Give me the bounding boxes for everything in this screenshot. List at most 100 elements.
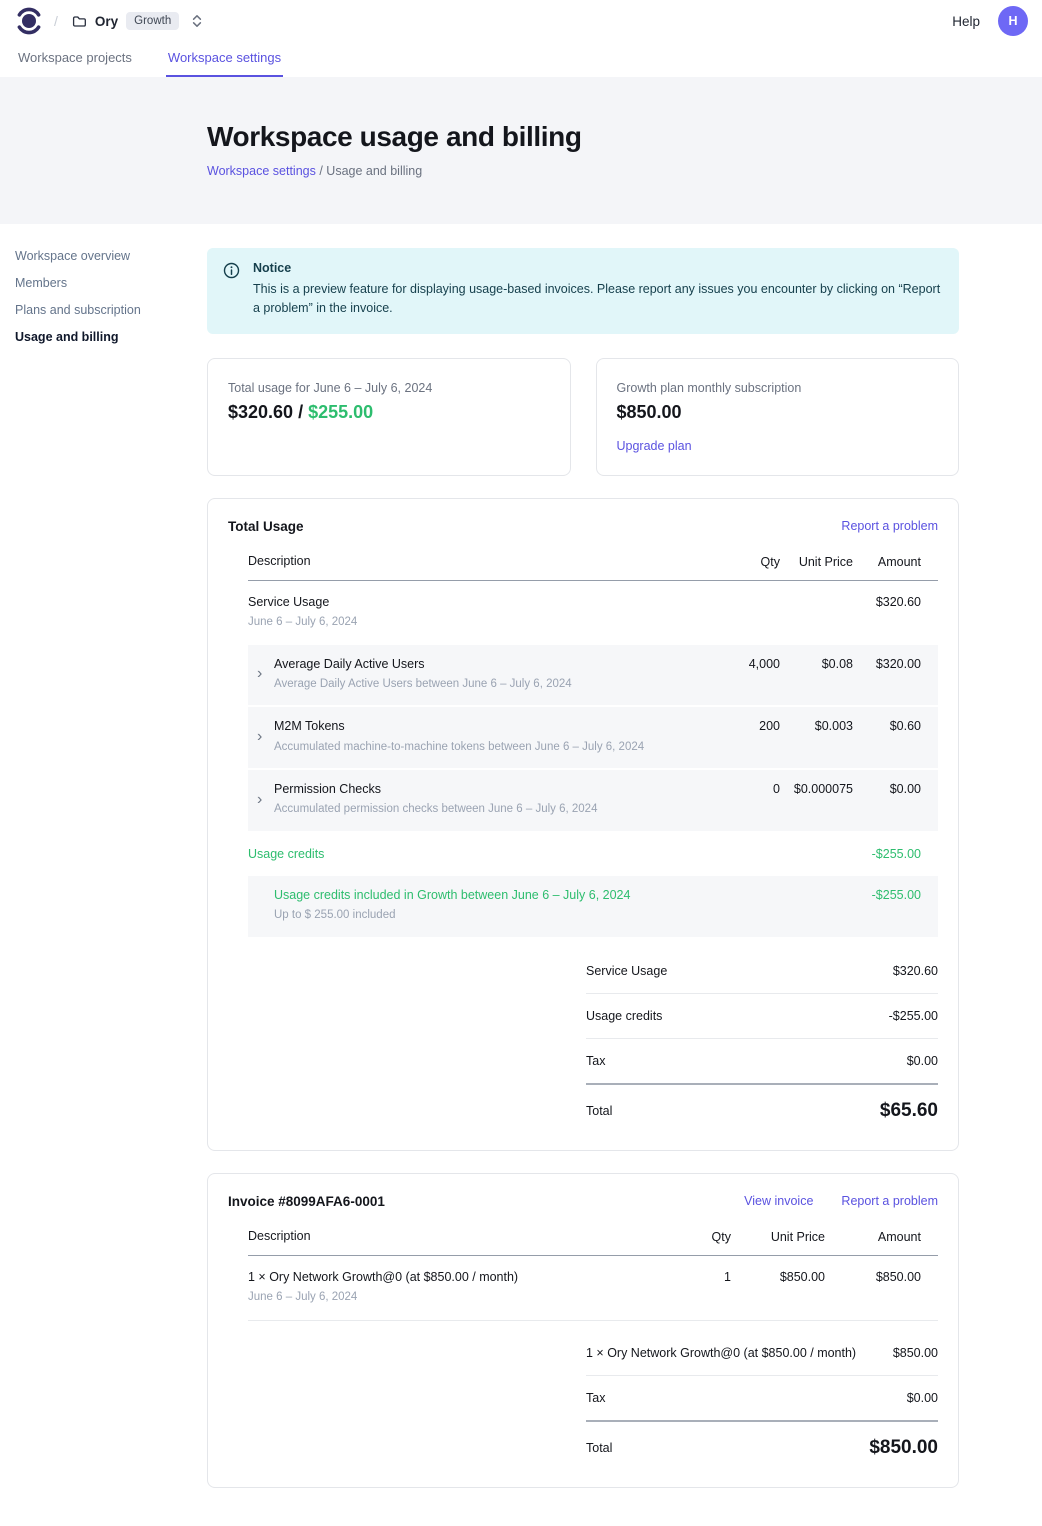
invoice-row: 1 × Ory Network Growth@0 (at $850.00 / m… xyxy=(248,1256,938,1321)
qty-cell xyxy=(696,846,780,847)
summary-label: Service Usage xyxy=(586,964,667,978)
summary-value: $65.60 xyxy=(880,1100,938,1122)
help-button[interactable]: Help xyxy=(952,14,980,29)
usage-row[interactable]: ›M2M TokensAccumulated machine-to-machin… xyxy=(248,707,938,770)
chevron-right-icon[interactable]: › xyxy=(248,791,274,808)
unit-price-cell: $0.000075 xyxy=(780,781,853,796)
tab-workspace-settings[interactable]: Workspace settings xyxy=(166,42,283,77)
chevron-right-icon[interactable]: › xyxy=(248,665,274,682)
indent-spacer xyxy=(248,887,274,924)
summary-label: 1 × Ory Network Growth@0 (at $850.00 / m… xyxy=(586,1346,856,1360)
summary-total-row: Total $850.00 xyxy=(586,1422,938,1461)
summary-label: Usage credits xyxy=(586,1009,662,1023)
summary-value: $320.60 xyxy=(893,964,938,978)
view-invoice-link[interactable]: View invoice xyxy=(744,1194,813,1208)
col-unit-price: Unit Price xyxy=(731,1229,825,1244)
summary-value: -$255.00 xyxy=(889,1009,938,1023)
description-text: Average Daily Active Users Average Daily … xyxy=(274,656,572,693)
description-text: Permission ChecksAccumulated permission … xyxy=(274,781,597,818)
col-qty: Qty xyxy=(696,554,780,569)
description-cell: ›M2M TokensAccumulated machine-to-machin… xyxy=(248,718,696,755)
description-cell: Usage credits xyxy=(248,846,696,862)
col-unit-price: Unit Price xyxy=(780,554,853,569)
row-subtitle: Accumulated machine-to-machine tokens be… xyxy=(274,740,644,756)
qty-cell: 200 xyxy=(696,718,780,733)
row-title: Usage credits included in Growth between… xyxy=(274,887,630,903)
amount-cell: $0.00 xyxy=(853,781,921,796)
description-cell: ›Permission ChecksAccumulated permission… xyxy=(248,781,696,818)
summary-label: Total xyxy=(586,1441,612,1455)
row-subtitle: June 6 – July 6, 2024 xyxy=(248,1290,518,1306)
summary-label: Tax xyxy=(586,1054,605,1068)
chevron-right-icon[interactable]: › xyxy=(248,728,274,745)
row-subtitle: Accumulated permission checks between Ju… xyxy=(274,802,597,818)
description-cell: 1 × Ory Network Growth@0 (at $850.00 / m… xyxy=(248,1269,681,1306)
qty-cell: 4,000 xyxy=(696,656,780,671)
summary-total-row: Total$65.60 xyxy=(586,1085,938,1124)
sidebar-item-plans-and-subscription[interactable]: Plans and subscription xyxy=(15,303,190,317)
total-usage-card: Total usage for June 6 – July 6, 2024 $3… xyxy=(207,358,571,476)
notice-banner: Notice This is a preview feature for dis… xyxy=(207,248,959,334)
page-title: Workspace usage and billing xyxy=(207,121,1042,153)
summary-row: Tax$0.00 xyxy=(586,1376,938,1422)
upgrade-plan-link[interactable]: Upgrade plan xyxy=(617,439,692,453)
row-subtitle: June 6 – July 6, 2024 xyxy=(248,615,357,631)
report-problem-link-invoice[interactable]: Report a problem xyxy=(841,1194,938,1208)
summary-row: Tax$0.00 xyxy=(586,1039,938,1085)
description-cell: ›Average Daily Active UsersAverage Daily… xyxy=(248,656,696,693)
folder-icon xyxy=(72,14,87,29)
col-qty: Qty xyxy=(681,1229,731,1244)
ory-logo-icon[interactable] xyxy=(16,6,42,36)
row-title: Usage credits xyxy=(248,846,324,862)
usage-row[interactable]: Usage credits included in Growth between… xyxy=(248,876,938,939)
tab-workspace-projects[interactable]: Workspace projects xyxy=(16,42,134,77)
unit-price-cell: $850.00 xyxy=(731,1269,825,1284)
col-description: Description xyxy=(248,554,696,568)
total-usage-value: $320.60 / $255.00 xyxy=(228,402,550,423)
qty-cell: 0 xyxy=(696,781,780,796)
summary-value: $0.00 xyxy=(907,1391,938,1405)
info-icon xyxy=(223,262,240,319)
total-usage-label: Total usage for June 6 – July 6, 2024 xyxy=(228,381,550,395)
sidebar-item-members[interactable]: Members xyxy=(15,276,190,290)
plan-badge: Growth xyxy=(126,12,179,30)
notice-body: This is a preview feature for displaying… xyxy=(253,280,943,319)
invoice-panel-title: Invoice #8099AFA6-0001 xyxy=(228,1194,385,1209)
workspace-breadcrumb[interactable]: Ory Growth xyxy=(72,12,203,30)
usage-table: DescriptionQtyUnit PriceAmount Service Us… xyxy=(248,554,938,939)
qty-cell: 1 xyxy=(681,1269,731,1284)
amount-cell: $850.00 xyxy=(825,1269,921,1284)
breadcrumb-current: / Usage and billing xyxy=(319,164,422,178)
settings-sidebar: Workspace overview Members Plans and subsc… xyxy=(15,249,190,357)
amount-cell: -$255.00 xyxy=(853,846,921,861)
row-title: Service Usage xyxy=(248,594,357,610)
summary-value: $850.00 xyxy=(893,1346,938,1360)
row-title: Average Daily Active Users xyxy=(274,656,572,672)
workspace-name: Ory xyxy=(95,14,118,29)
invoice-panel: Invoice #8099AFA6-0001 View invoice Repo… xyxy=(207,1173,959,1488)
description-text: Usage credits included in Growth between… xyxy=(274,887,630,924)
usage-used-amount: $320.60 xyxy=(228,402,293,422)
avatar[interactable]: H xyxy=(998,6,1028,36)
amount-cell: $320.60 xyxy=(853,594,921,609)
sidebar-item-usage-and-billing[interactable]: Usage and billing xyxy=(15,330,190,344)
description-cell: Service Usage June 6 – July 6, 2024 xyxy=(248,594,696,631)
table-header-row: DescriptionQtyUnit PriceAmount xyxy=(248,1229,938,1256)
usage-row[interactable]: ›Average Daily Active UsersAverage Daily… xyxy=(248,645,938,708)
content: Workspace overview Members Plans and subsc… xyxy=(0,224,1042,1526)
summary-value: $850.00 xyxy=(869,1437,938,1459)
qty-cell xyxy=(696,594,780,595)
usage-row[interactable]: ›Permission ChecksAccumulated permission… xyxy=(248,770,938,833)
report-problem-link-usage[interactable]: Report a problem xyxy=(841,519,938,533)
breadcrumb-link-workspace-settings[interactable]: Workspace settings xyxy=(207,164,316,178)
plan-label: Growth plan monthly subscription xyxy=(617,381,939,395)
usage-row: Usage credits -$255.00 xyxy=(248,833,938,876)
col-description: Description xyxy=(248,1229,681,1243)
workspace-selector-icon[interactable] xyxy=(191,13,203,29)
description-text: Usage credits xyxy=(248,846,324,862)
row-subtitle: Average Daily Active Users between June … xyxy=(274,677,572,693)
table-header-row: DescriptionQtyUnit PriceAmount xyxy=(248,554,938,581)
col-amount: Amount xyxy=(825,1229,921,1244)
sidebar-item-workspace-overview[interactable]: Workspace overview xyxy=(15,249,190,263)
description-text: M2M TokensAccumulated machine-to-machine… xyxy=(274,718,644,755)
